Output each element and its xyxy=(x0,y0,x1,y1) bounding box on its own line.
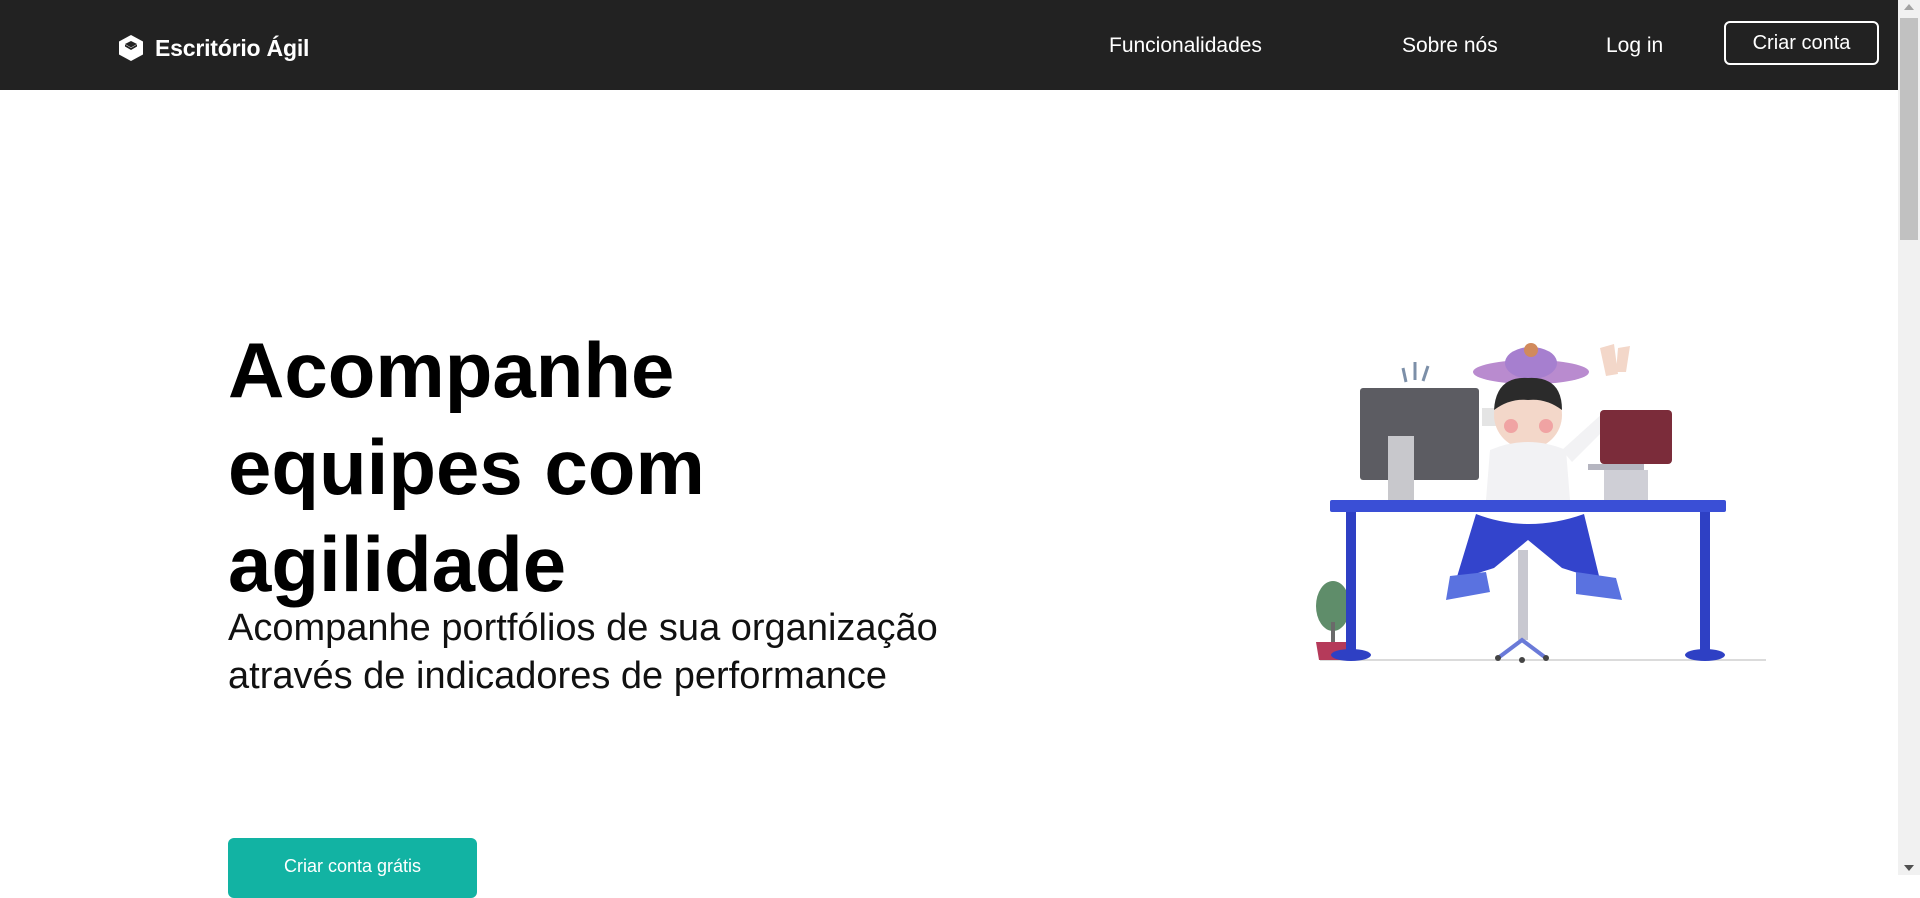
scroll-down-arrow-icon[interactable] xyxy=(1904,865,1914,871)
nav-link-sobre-nos[interactable]: Sobre nós xyxy=(1402,30,1498,62)
scroll-up-arrow-icon[interactable] xyxy=(1904,4,1914,10)
vertical-scrollbar[interactable] xyxy=(1898,0,1920,875)
brand-logo[interactable]: Escritório Ágil xyxy=(117,33,309,63)
nav-link-login[interactable]: Log in xyxy=(1606,30,1663,62)
hero-subtitle: Acompanhe portfólios de sua organização … xyxy=(228,607,938,697)
scrollbar-thumb[interactable] xyxy=(1900,18,1918,240)
create-free-account-button[interactable]: Criar conta grátis xyxy=(228,838,477,898)
signup-button[interactable]: Criar conta xyxy=(1724,21,1879,65)
cube-logo-icon xyxy=(119,35,143,61)
hero-title: Acompanhe equipes com agilidade xyxy=(228,326,705,608)
top-navbar: Escritório Ágil Funcionalidades Sobre nó… xyxy=(0,0,1898,90)
office-worker-illustration xyxy=(1316,343,1766,663)
nav-link-funcionalidades[interactable]: Funcionalidades xyxy=(1109,30,1262,62)
brand-name: Escritório Ágil xyxy=(155,34,310,61)
